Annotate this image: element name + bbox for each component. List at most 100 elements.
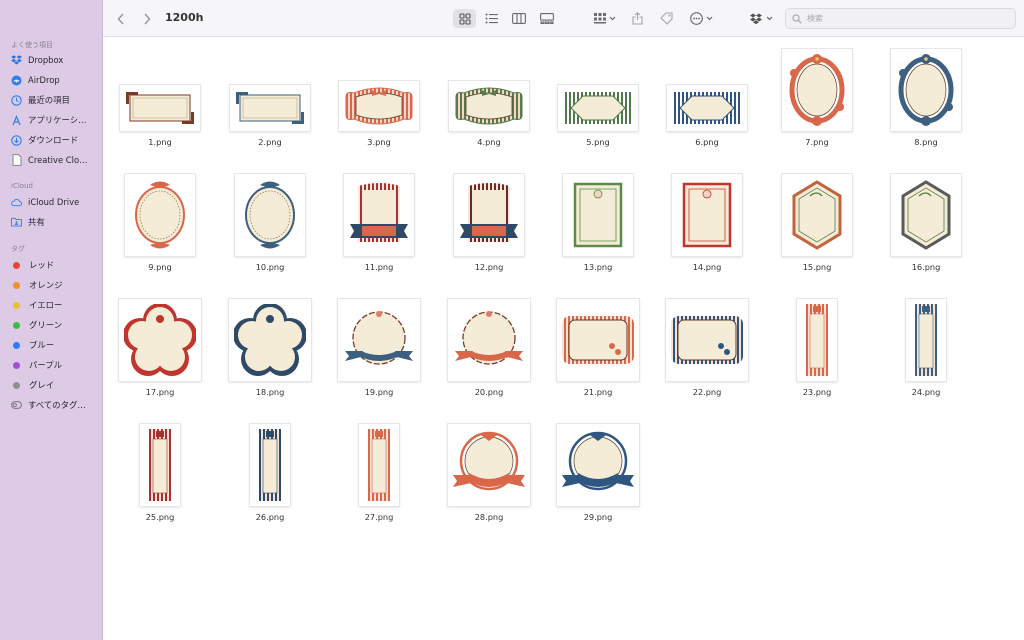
sidebar-tag-item[interactable]: パープル [10,356,100,374]
file-thumbnail [125,174,195,256]
clock-icon [11,94,22,106]
file-thumbnail [906,299,946,381]
file-item[interactable]: 26.png [220,424,320,550]
action-menu-button[interactable] [687,9,717,28]
share-button[interactable] [627,9,647,28]
cloud-icon [11,197,22,208]
sidebar-item-download[interactable]: ダウンロード [11,131,101,149]
file-item[interactable]: 13.png [548,174,648,300]
sidebar-item-label: Dropbox [28,55,64,65]
file-item[interactable]: 6.png [657,55,757,175]
file-name: 15.png [802,262,832,272]
file-item[interactable]: 11.png [329,174,429,300]
tag-color-dot [13,381,20,389]
tag-button[interactable] [656,9,676,28]
list-view-button[interactable] [480,9,502,28]
dropbox-menu-button[interactable] [748,9,776,28]
file-item[interactable]: 28.png [439,424,539,550]
sidebar-item-airdrop[interactable]: AirDrop [11,71,101,89]
sidebar-tag-item[interactable]: すべてのタグ… [10,396,100,414]
file-name: 6.png [695,137,719,147]
file-item[interactable]: 8.png [876,49,976,175]
file-item[interactable]: 23.png [767,299,867,425]
sidebar-tag-item[interactable]: グレイ [10,376,100,394]
file-item[interactable]: 7.png [767,49,867,175]
column-view-button[interactable] [508,9,530,28]
file-item[interactable]: 18.png [220,299,320,425]
file-item[interactable]: 1.png [110,55,210,175]
file-item[interactable]: 17.png [110,299,210,425]
file-thumbnail [449,81,529,131]
file-item[interactable]: 15.png [767,174,867,300]
file-thumbnail [250,424,290,506]
file-item[interactable]: 20.png [439,299,539,425]
columns-icon [512,13,526,24]
sidebar-item-document[interactable]: Creative Clo… [11,151,101,169]
file-item[interactable]: 27.png [329,424,429,550]
tag-color-dot [13,261,20,269]
tag-icon [659,12,673,25]
file-name: 13.png [583,262,613,272]
file-item[interactable]: 10.png [220,174,320,300]
all-tags-icon [11,400,22,411]
file-item[interactable]: 21.png [548,299,648,425]
sidebar-item-clock[interactable]: 最近の項目 [11,91,101,109]
sidebar-item-dropbox[interactable]: Dropbox [11,51,101,69]
sidebar-item-shared-folder[interactable]: 共有 [11,213,101,231]
share-icon [631,12,643,25]
back-button[interactable] [113,9,129,28]
sidebar-item-label: グリーン [29,320,63,330]
file-item[interactable]: 5.png [548,55,648,175]
file-item[interactable]: 16.png [876,174,976,300]
sidebar-item-label: オレンジ [29,280,63,290]
gallery-view-button[interactable] [536,9,558,28]
file-thumbnail [359,424,399,506]
file-thumbnail [672,174,742,256]
file-name: 22.png [692,387,722,397]
file-thumbnail [448,299,530,381]
file-thumbnail [229,299,311,381]
file-item[interactable]: 24.png [876,299,976,425]
tag-color-dot [13,341,20,349]
sidebar-item-label: すべてのタグ… [28,400,86,410]
file-thumbnail [339,81,419,131]
group-by-button[interactable] [590,9,620,28]
file-item[interactable]: 3.png [329,55,429,175]
file-thumbnail [120,85,200,131]
sidebar-item-cloud[interactable]: iCloud Drive [11,193,101,211]
file-name: 24.png [911,387,941,397]
file-name: 16.png [911,262,941,272]
file-thumbnail [557,424,639,506]
file-item[interactable]: 19.png [329,299,429,425]
file-item[interactable]: 14.png [657,174,757,300]
file-name: 18.png [255,387,285,397]
file-item[interactable]: 4.png [439,55,539,175]
chevron-right-icon [144,12,151,25]
sidebar-item-label: iCloud Drive [28,197,80,207]
sidebar-tag-item[interactable]: ブルー [10,336,100,354]
forward-button[interactable] [139,9,155,28]
sidebar-tag-item[interactable]: レッド [10,256,100,274]
search-field[interactable]: 検索 [785,8,1016,29]
file-name: 28.png [474,512,504,522]
sidebar-tag-item[interactable]: グリーン [10,316,100,334]
file-item[interactable]: 22.png [657,299,757,425]
sidebar-item-label: ブルー [29,340,55,350]
file-item[interactable]: 9.png [110,174,210,300]
file-name: 11.png [364,262,394,272]
file-item[interactable]: 2.png [220,55,320,175]
sidebar-tag-item[interactable]: イエロー [10,296,100,314]
icon-view-button[interactable] [453,9,476,28]
sidebar-item-applications[interactable]: アプリケーシ… [11,111,101,129]
sidebar-item-label: パープル [29,360,62,370]
file-thumbnail [891,49,961,131]
file-name: 5.png [586,137,610,147]
file-item[interactable]: 25.png [110,424,210,550]
file-item[interactable]: 12.png [439,174,539,300]
search-placeholder: 検索 [807,14,823,23]
file-thumbnail [558,85,638,131]
more-icon [690,12,713,25]
sidebar-tag-item[interactable]: オレンジ [10,276,100,294]
file-item[interactable]: 29.png [548,424,648,550]
grid-icon [458,12,471,25]
